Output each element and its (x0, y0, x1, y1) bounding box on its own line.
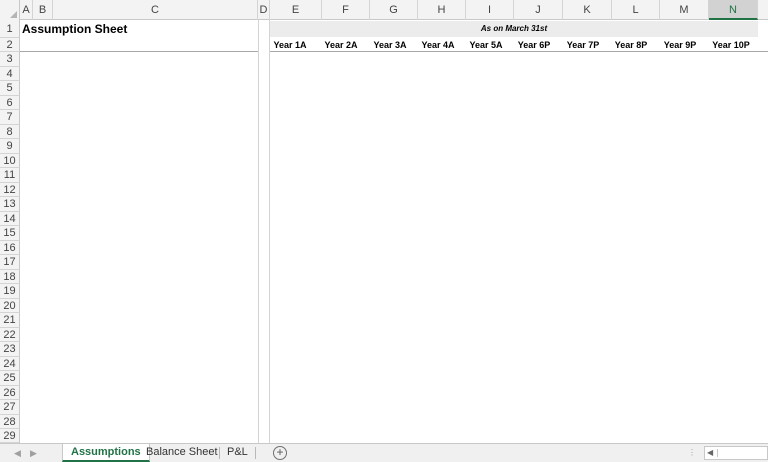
year-header-5[interactable]: Year 5A (462, 38, 510, 52)
row-header-3[interactable]: 3 (0, 52, 20, 67)
select-all-triangle-icon (10, 11, 17, 18)
row-header-15[interactable]: 15 (0, 226, 20, 241)
plus-circle-icon[interactable]: + (273, 446, 287, 460)
tab-separator (255, 447, 256, 459)
column-header-k[interactable]: K (563, 0, 612, 20)
sheet-tab-pnl[interactable]: P&L (219, 444, 256, 462)
row-header-12[interactable]: 12 (0, 182, 20, 197)
column-header-e[interactable]: E (270, 0, 322, 20)
column-header-b[interactable]: B (33, 0, 53, 20)
year-header-7[interactable]: Year 7P (559, 38, 607, 52)
column-header-g[interactable]: G (370, 0, 418, 20)
column-header-h[interactable]: H (418, 0, 466, 20)
row-header-8[interactable]: 8 (0, 124, 20, 139)
column-header-a[interactable]: A (20, 0, 33, 20)
row-header-17[interactable]: 17 (0, 255, 20, 270)
select-all-corner[interactable] (0, 0, 20, 20)
column-header-m[interactable]: M (660, 0, 709, 20)
row-header-29[interactable]: 29 (0, 429, 20, 443)
sheet-tab-balance-sheet[interactable]: Balance Sheet (138, 444, 226, 462)
year-header-9[interactable]: Year 9P (656, 38, 704, 52)
row-header-2[interactable]: 2 (0, 38, 20, 52)
row-header-27[interactable]: 27 (0, 400, 20, 415)
row-header-4[interactable]: 4 (0, 66, 20, 81)
chevron-right-icon[interactable]: ▶ (30, 446, 37, 460)
row-header-10[interactable]: 10 (0, 153, 20, 168)
column-header-n[interactable]: N (709, 0, 758, 20)
column-header-i[interactable]: I (466, 0, 514, 20)
row-header-22[interactable]: 22 (0, 327, 20, 342)
row-header-25[interactable]: 25 (0, 371, 20, 386)
row-header-26[interactable]: 26 (0, 385, 20, 400)
column-header-c[interactable]: C (53, 0, 258, 20)
scroll-left-arrow-icon[interactable]: ◀ (707, 447, 713, 459)
year-header-6[interactable]: Year 6P (510, 38, 558, 52)
year-header-1[interactable]: Year 1A (266, 38, 314, 52)
chevron-left-icon[interactable]: ◀ (14, 446, 21, 460)
row-header-24[interactable]: 24 (0, 356, 20, 371)
sheet-tab-bar: ◀ ▶ Assumptions Balance Sheet P&L + ⋮ ◀ (0, 443, 768, 462)
column-header-d[interactable]: D (258, 0, 270, 20)
column-divider-d (269, 20, 270, 443)
column-header-j[interactable]: J (514, 0, 563, 20)
row-header-5[interactable]: 5 (0, 81, 20, 96)
row-header-16[interactable]: 16 (0, 240, 20, 255)
row-header-23[interactable]: 23 (0, 342, 20, 357)
scrollbar-thumb[interactable] (717, 449, 765, 457)
row-header-14[interactable]: 14 (0, 211, 20, 226)
row-header-1[interactable]: 1 (0, 20, 20, 38)
date-banner[interactable]: As on March 31st (270, 21, 758, 37)
sheet-title[interactable]: Assumption Sheet (22, 20, 127, 38)
row-header-7[interactable]: 7 (0, 110, 20, 125)
sheet-tab-assumptions[interactable]: Assumptions (62, 444, 150, 462)
year-header-2[interactable]: Year 2A (317, 38, 365, 52)
worksheet-grid[interactable] (20, 20, 768, 443)
column-header-l[interactable]: L (612, 0, 660, 20)
row-header-19[interactable]: 19 (0, 284, 20, 299)
scroll-split-handle-icon[interactable]: ⋮ (688, 448, 697, 457)
row-header-21[interactable]: 21 (0, 313, 20, 328)
row-header-13[interactable]: 13 (0, 197, 20, 212)
column-divider-c (258, 20, 259, 443)
column-header-f[interactable]: F (322, 0, 370, 20)
row-2-border-left (20, 51, 258, 52)
year-header-4[interactable]: Year 4A (414, 38, 462, 52)
row-header-9[interactable]: 9 (0, 139, 20, 154)
row-header-6[interactable]: 6 (0, 95, 20, 110)
row-header-18[interactable]: 18 (0, 269, 20, 284)
row-header-11[interactable]: 11 (0, 168, 20, 183)
year-header-3[interactable]: Year 3A (366, 38, 414, 52)
year-header-10[interactable]: Year 10P (705, 38, 757, 52)
horizontal-scrollbar[interactable]: ◀ (704, 446, 768, 460)
year-header-8[interactable]: Year 8P (607, 38, 655, 52)
row-header-28[interactable]: 28 (0, 414, 20, 429)
row-header-20[interactable]: 20 (0, 298, 20, 313)
